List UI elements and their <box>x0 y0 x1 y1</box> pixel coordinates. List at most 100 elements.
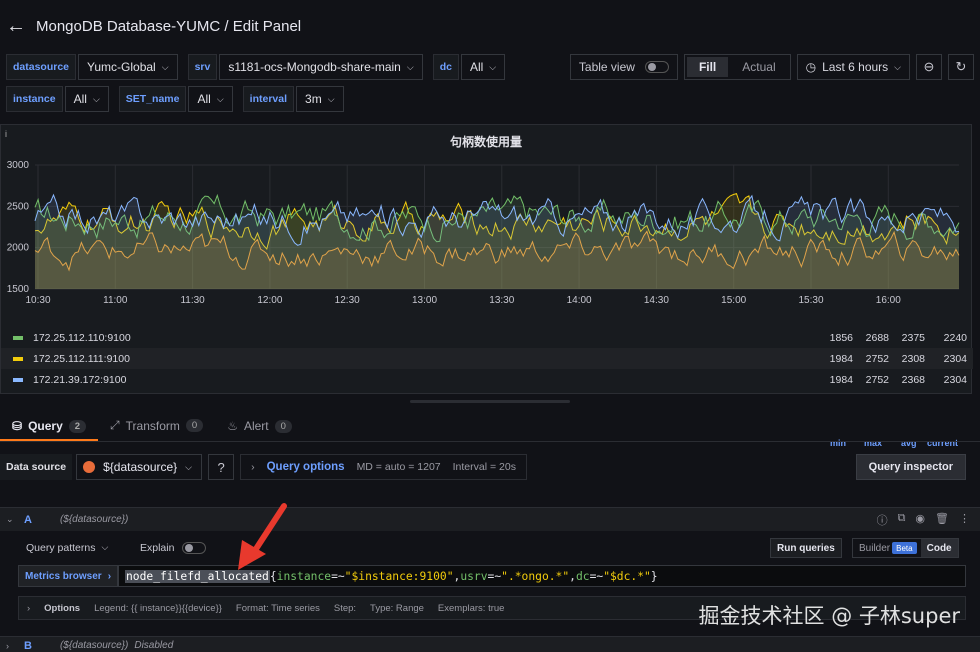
tab-label: Transform <box>125 418 180 433</box>
tab-label: Alert <box>243 419 269 433</box>
x-tick-label: 12:30 <box>335 295 360 306</box>
query-options[interactable]: › Query options MD = auto = 1207 Interva… <box>240 454 527 480</box>
legend-series-name[interactable]: 172.21.39.172:9100 <box>33 374 126 386</box>
clock-icon: ◷ <box>805 60 817 74</box>
bell-icon: ♨ <box>227 419 238 433</box>
chevron-down-icon: ⌵ <box>327 93 335 104</box>
legend-min: 1856 <box>829 331 853 344</box>
var-label-dc: dc <box>432 54 459 80</box>
run-queries-button[interactable]: Run queries <box>770 538 842 558</box>
prometheus-icon <box>83 461 96 473</box>
tab-alert[interactable]: ♨ Alert 0 <box>215 419 304 441</box>
query-a-header[interactable]: ⌄ A (${datasource}) ⓘ ⧉ ◉ 🗑 ⋮ <box>0 507 980 531</box>
query-b-header[interactable]: › B (${datasource}) Disabled <box>0 636 980 652</box>
series-color-swatch <box>13 356 23 361</box>
query-actions: ⓘ ⧉ ◉ 🗑 ⋮ <box>877 512 970 528</box>
legend-min: 1984 <box>829 352 853 365</box>
var-select-interval[interactable]: 3m ⌵ <box>296 86 344 112</box>
explain-label: Explain <box>140 542 175 554</box>
help-icon[interactable]: ⓘ <box>877 512 888 528</box>
chevron-down-icon: ⌵ <box>216 93 224 104</box>
y-tick-label: 2000 <box>7 243 30 254</box>
code-button[interactable]: Code <box>920 539 958 557</box>
trash-icon[interactable]: 🗑 <box>935 512 949 528</box>
chevron-down-icon: ⌵ <box>92 93 100 104</box>
var-label-srv: srv <box>187 54 218 80</box>
var-select-srv[interactable]: s1181-ocs-Mongodb-share-main ⌵ <box>219 54 423 80</box>
drag-handle-icon[interactable]: ⋮ <box>959 512 970 528</box>
page-title: MongoDB Database-YUMC / Edit Panel <box>36 17 302 35</box>
y-tick-label: 2500 <box>7 201 30 212</box>
top-bar: ← MongoDB Database-YUMC / Edit Panel <box>0 0 980 52</box>
var-label-instance: instance <box>6 86 63 112</box>
label-key: usrv <box>460 569 488 583</box>
query-options-link[interactable]: Query options <box>267 461 345 473</box>
label-value: "$instance:9100" <box>344 569 454 583</box>
var-select-set-name[interactable]: All ⌵ <box>188 86 233 112</box>
tab-query[interactable]: ⛁ Query 2 <box>0 419 99 441</box>
legend-current: 2304 <box>943 373 967 386</box>
operator: =~ <box>331 569 345 583</box>
tab-transform[interactable]: ⤢ Transform 0 <box>98 418 215 441</box>
max-data-points: MD = auto = 1207 <box>356 461 441 473</box>
query-letter[interactable]: B <box>24 640 32 652</box>
chevron-right-icon[interactable]: › <box>6 641 9 651</box>
chevron-right-icon: › <box>107 570 112 582</box>
tab-count-badge: 2 <box>68 419 87 433</box>
y-tick-label: 1500 <box>7 284 30 295</box>
legend-row[interactable]: 172.21.39.172:9100 1984 2752 2368 2304 <box>1 369 973 390</box>
x-tick-label: 11:30 <box>180 295 205 306</box>
var-select-datasource[interactable]: Yumc-Global ⌵ <box>78 54 178 80</box>
eye-icon[interactable]: ◉ <box>915 512 925 528</box>
variables-row-2: instance All ⌵ SET_name All ⌵ interval 3m ⌵ <box>0 86 980 112</box>
label-key: dc <box>575 569 590 583</box>
chevron-down-icon: ⌵ <box>406 61 414 72</box>
metrics-browser-button[interactable]: Metrics browser › <box>18 565 119 587</box>
fill-button[interactable]: Fill <box>686 57 729 77</box>
var-value: s1181-ocs-Mongodb-share-main <box>228 60 401 74</box>
zoom-out-icon[interactable]: ⊖ <box>916 54 942 80</box>
transform-icon: ⤢ <box>110 418 120 432</box>
exemplars-option: Exemplars: true <box>437 602 505 614</box>
table-view-toggle[interactable]: Table view <box>569 54 678 80</box>
builder-code-switch: Builder Beta Code <box>852 538 959 558</box>
query-letter[interactable]: A <box>24 514 32 526</box>
tab-count-badge: 0 <box>185 419 204 432</box>
y-tick-label: 3000 <box>7 160 30 171</box>
datasource-picker[interactable]: ${datasource} ⌵ <box>76 454 203 480</box>
x-tick-label: 15:30 <box>798 295 823 306</box>
toggle-switch[interactable] <box>182 542 207 554</box>
watermark: 掘金技术社区 @ 子林super <box>698 604 960 628</box>
var-value: All <box>197 92 211 106</box>
help-icon[interactable]: ? <box>208 454 235 480</box>
var-select-dc[interactable]: All ⌵ <box>460 54 506 80</box>
query-inspector-button[interactable]: Query inspector <box>855 454 966 480</box>
label-value: ".*ongo.*" <box>501 569 570 583</box>
explain-toggle[interactable]: Explain <box>140 542 207 554</box>
time-range-picker[interactable]: ◷ Last 6 hours ⌵ <box>796 54 910 80</box>
duplicate-icon[interactable]: ⧉ <box>898 512 906 528</box>
legend-max: 2688 <box>865 331 889 344</box>
legend-avg: 2368 <box>901 373 925 386</box>
query-patterns-dropdown[interactable]: Query patterns ⌵ <box>26 542 108 554</box>
toggle-switch[interactable] <box>644 61 669 73</box>
options-label[interactable]: Options <box>44 603 80 614</box>
actual-button[interactable]: Actual <box>730 57 787 77</box>
legend-row[interactable]: 172.25.112.110:9100 1856 2688 2375 2240 <box>1 327 973 348</box>
resize-handle[interactable] <box>410 400 570 403</box>
refresh-icon[interactable]: ↻ <box>948 54 974 80</box>
var-select-instance[interactable]: All ⌵ <box>64 86 109 112</box>
var-value: Yumc-Global <box>87 60 156 74</box>
builder-button[interactable]: Builder <box>853 539 896 557</box>
chevron-down-icon[interactable]: ⌄ <box>6 514 14 525</box>
legend-series-name[interactable]: 172.25.112.111:9100 <box>33 353 130 365</box>
comma: , <box>569 569 576 583</box>
comma: , <box>453 569 461 583</box>
legend-series-name[interactable]: 172.25.112.110:9100 <box>33 332 131 344</box>
chevron-down-icon: ⌵ <box>185 461 192 472</box>
brace: } <box>650 569 658 583</box>
back-arrow-icon[interactable]: ← <box>6 15 26 37</box>
query-datasource: (${datasource}) <box>59 514 129 525</box>
legend-row[interactable]: 172.25.112.111:9100 1984 2752 2308 2304 <box>1 348 973 369</box>
tab-label: Query <box>28 419 63 433</box>
